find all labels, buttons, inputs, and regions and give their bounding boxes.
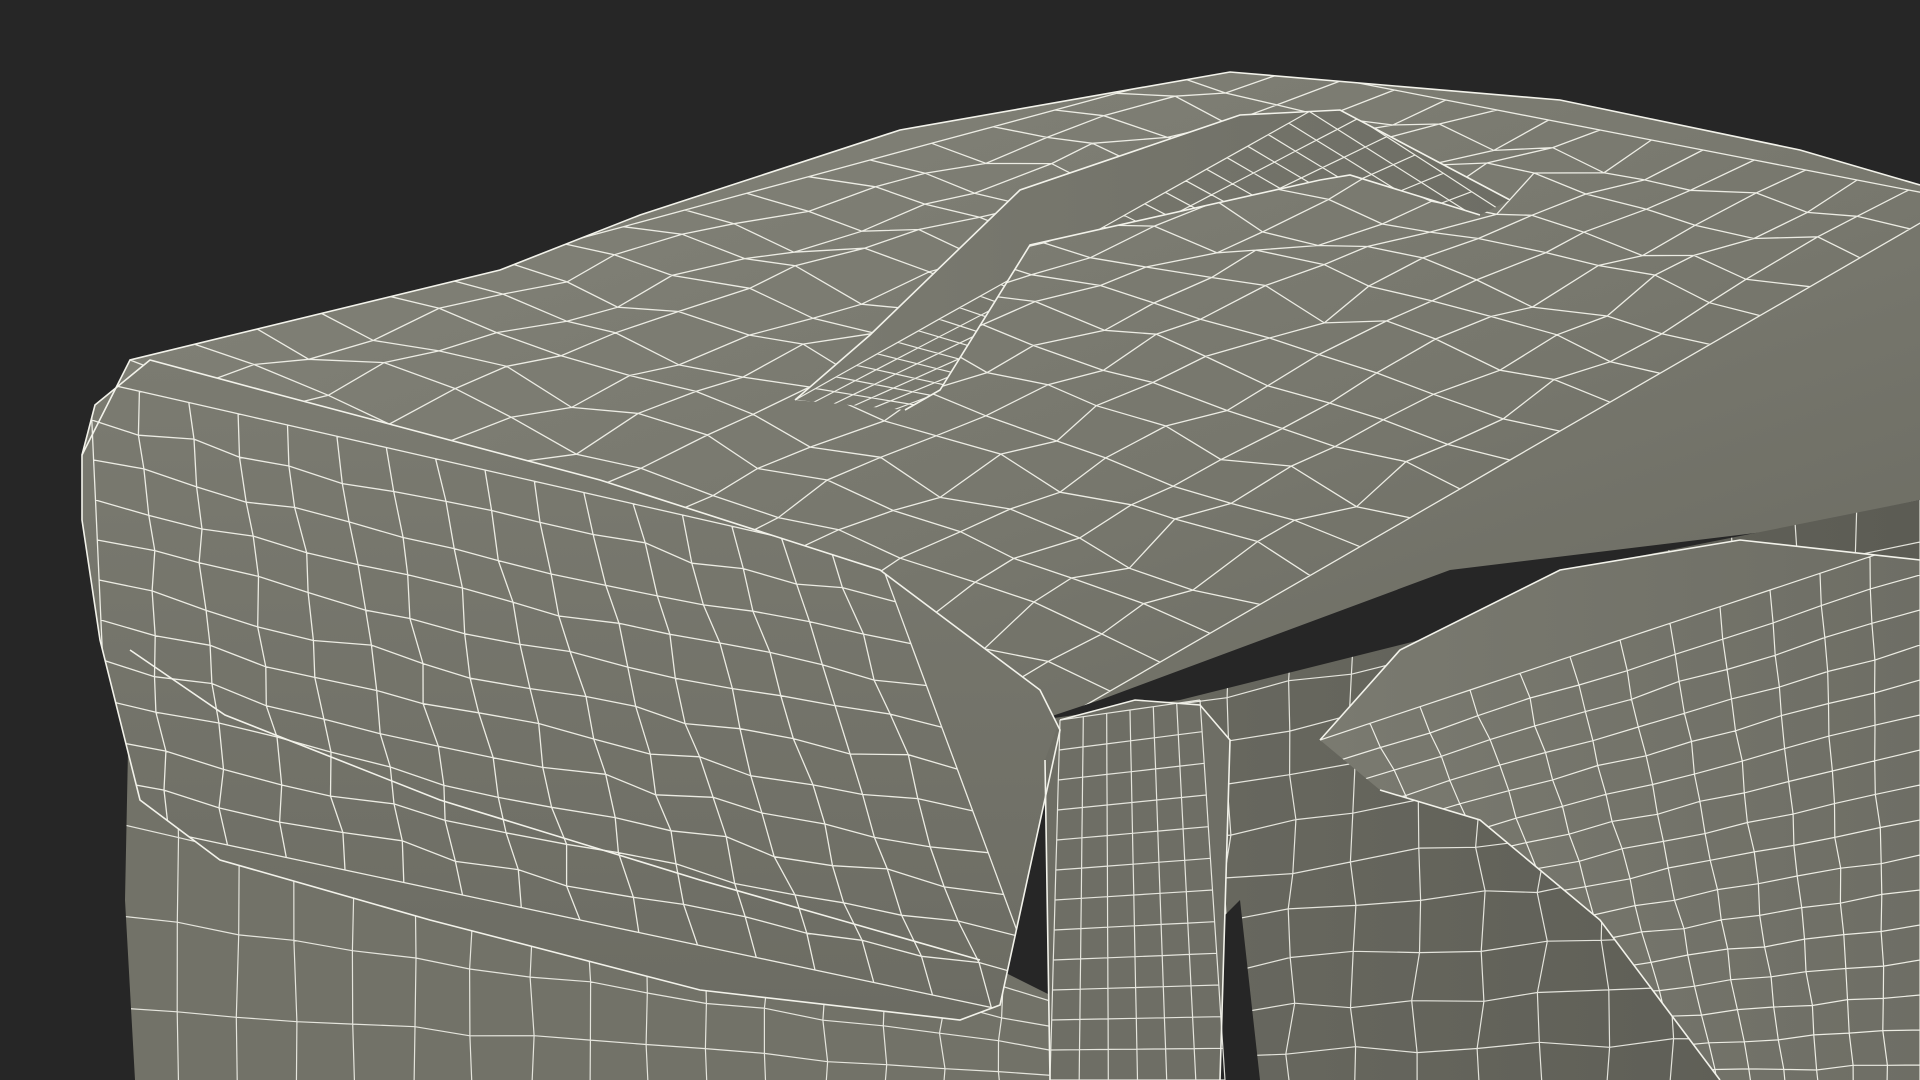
buckle-strap — [1045, 699, 1230, 1080]
render-viewport — [0, 0, 1920, 1080]
wireframe-backpack-model — [0, 0, 1920, 1080]
